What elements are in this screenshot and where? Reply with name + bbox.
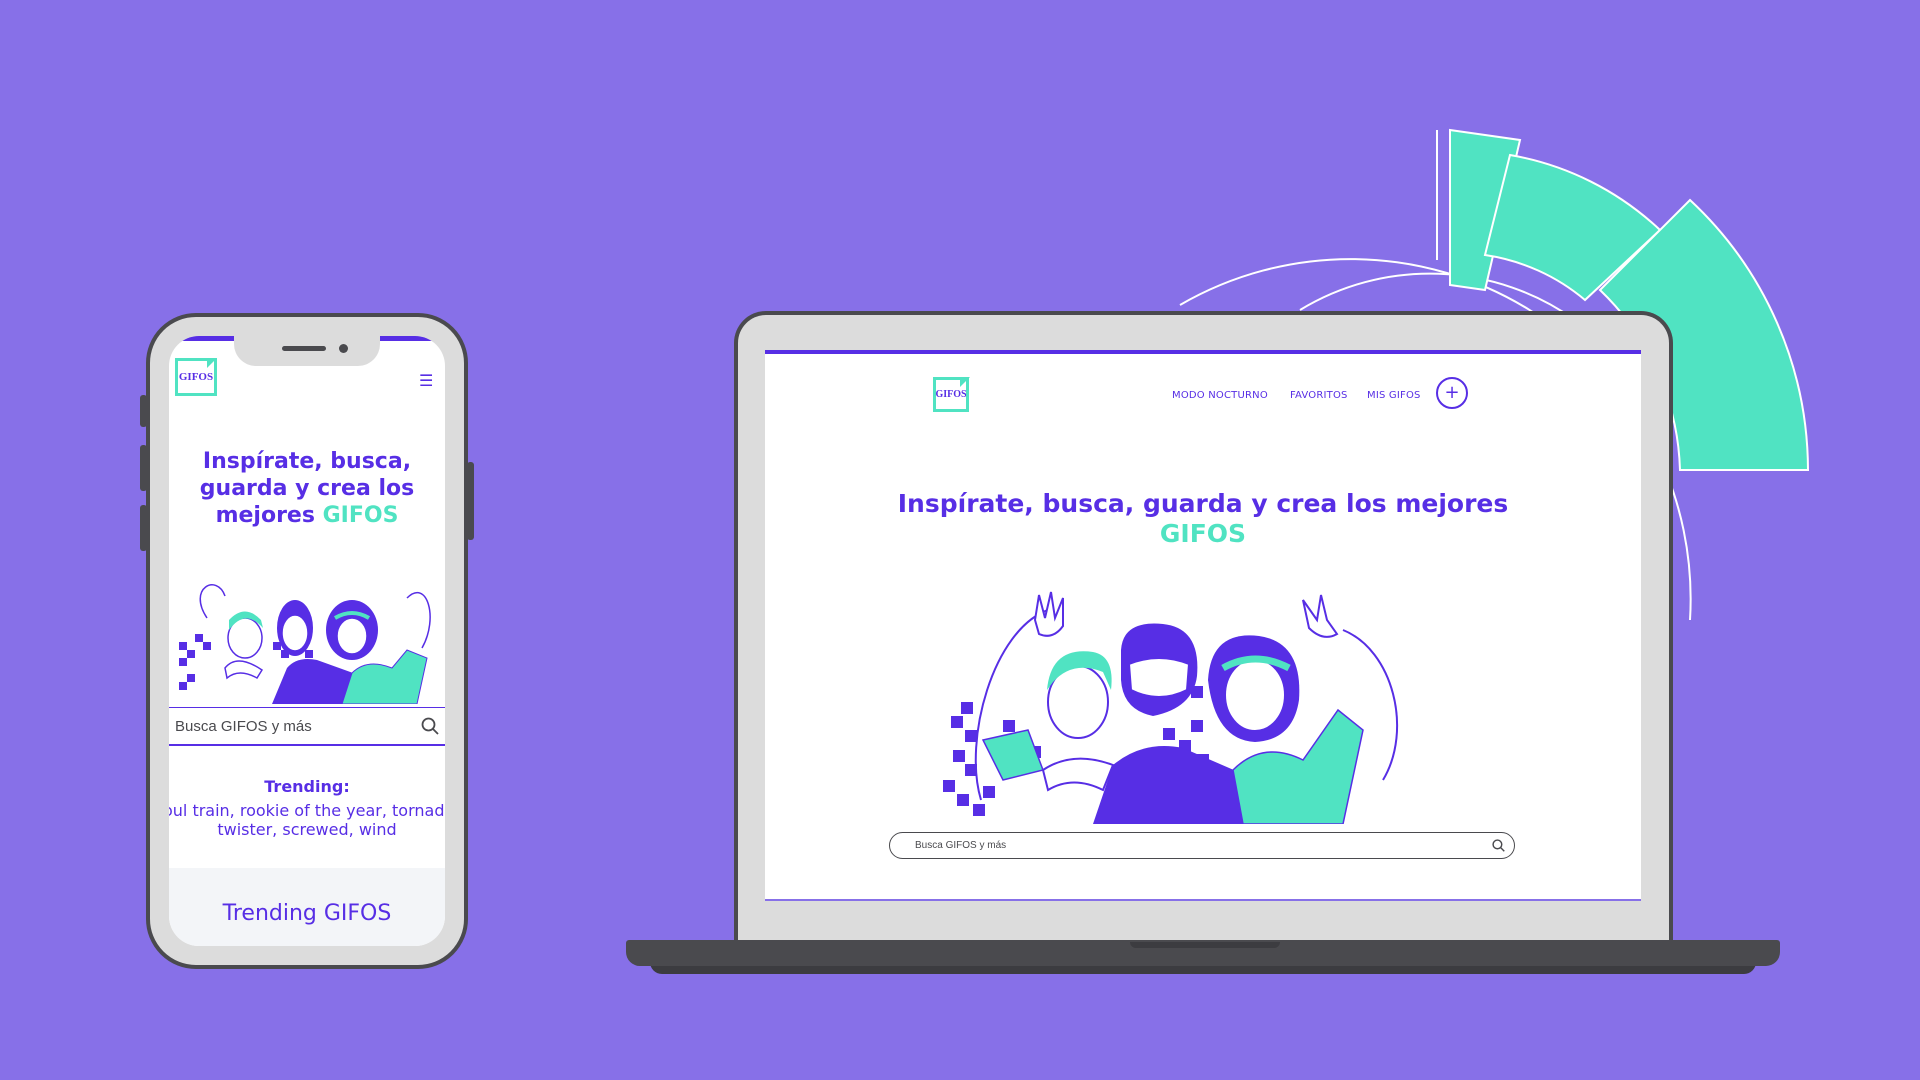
create-gifo-button[interactable]: +: [1436, 377, 1468, 409]
hero-line-2: guarda y crea los: [199, 476, 415, 501]
desktop-hero-illustration: [943, 591, 1398, 824]
mobile-screen: GIFOS ☰ Inspírate, busca, guarda y crea …: [169, 336, 445, 946]
phone-power-button: [467, 462, 474, 540]
nav-favorites[interactable]: FAVORITOS: [1290, 390, 1348, 401]
mobile-trending-label: Trending:: [264, 777, 350, 796]
search-icon[interactable]: [1492, 839, 1505, 852]
mobile-trending-gifos-title: Trending GIFOS: [222, 901, 392, 926]
desktop-search-bar[interactable]: Busca GIFOS y más: [889, 832, 1515, 859]
mobile-search-placeholder: Busca GIFOS y más: [175, 717, 312, 735]
phone-notch: [234, 332, 380, 366]
nav-my-gifos[interactable]: MIS GIFOS: [1367, 390, 1421, 401]
mobile-hero-illustration: [179, 584, 431, 704]
desktop-top-bar: [765, 350, 1641, 354]
hero-line-3-text: mejores: [215, 503, 323, 528]
logo-fold-icon: [207, 358, 217, 368]
logo-fold-icon: [960, 377, 970, 387]
mobile-hero-title: Inspírate, busca, guarda y crea los mejo…: [169, 448, 445, 529]
desktop-hero-accent: GIFOS: [1159, 519, 1247, 548]
search-icon[interactable]: [421, 717, 439, 735]
laptop-opening-notch: [1130, 942, 1280, 948]
phone-speaker: [282, 346, 326, 351]
mobile-search-bar[interactable]: Busca GIFOS y más: [169, 707, 445, 746]
hero-line-1: Inspírate, busca,: [202, 449, 412, 474]
trending-terms-line-2[interactable]: twister, screwed, wind: [169, 820, 445, 839]
trending-terms-line-1[interactable]: soul train, rookie of the year, tornado,: [169, 801, 445, 820]
desktop-screen: GIFOS MODO NOCTURNO FAVORITOS MIS GIFOS …: [765, 350, 1641, 901]
nav-dark-mode[interactable]: MODO NOCTURNO: [1172, 390, 1268, 401]
hero-line-3: mejores GIFOS: [169, 502, 445, 529]
desktop-hero-line-1: Inspírate, busca, guarda y crea los mejo…: [897, 489, 1509, 518]
mobile-trending-terms[interactable]: soul train, rookie of the year, tornado,…: [169, 801, 445, 839]
logo-text: GIFOS: [178, 371, 214, 383]
phone-camera: [339, 344, 348, 353]
desktop-search-placeholder: Busca GIFOS y más: [915, 840, 1007, 851]
hamburger-icon[interactable]: ☰: [419, 374, 433, 390]
desktop-hero-title: Inspírate, busca, guarda y crea los mejo…: [765, 489, 1641, 549]
logo-text: GIFOS: [935, 389, 967, 400]
mobile-device: GIFOS ☰ Inspírate, busca, guarda y crea …: [146, 313, 468, 969]
hero-accent: GIFOS: [322, 503, 399, 528]
